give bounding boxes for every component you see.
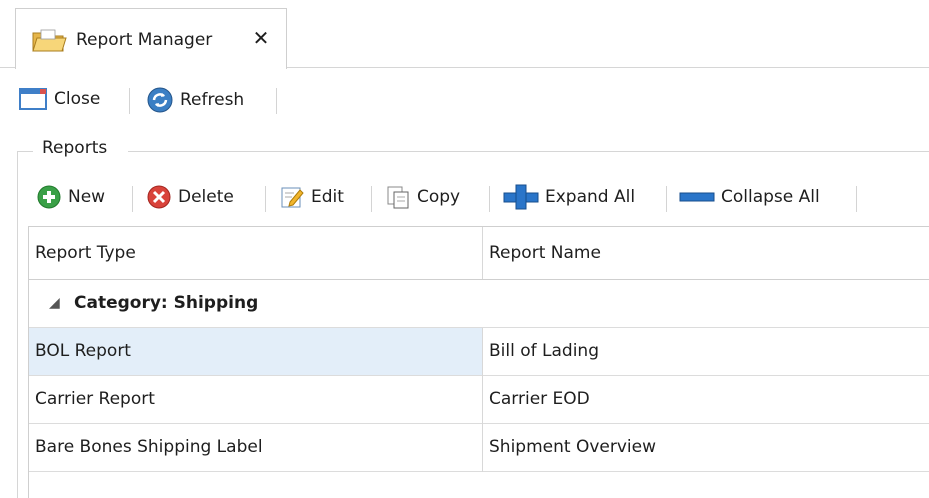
- collapse-all-button[interactable]: Collapse All: [679, 184, 820, 210]
- reports-group-label: Reports: [38, 138, 112, 158]
- table-row[interactable]: Bare Bones Shipping Label Shipment Overv…: [29, 424, 929, 472]
- refresh-button[interactable]: Refresh: [146, 86, 244, 114]
- cell-report-type: Bare Bones Shipping Label: [35, 437, 263, 457]
- cell-report-type: Carrier Report: [35, 389, 155, 409]
- new-button[interactable]: New: [36, 184, 105, 210]
- delete-button[interactable]: Delete: [146, 184, 234, 210]
- group-border: [17, 151, 33, 152]
- tab-report-manager[interactable]: Report Manager ✕: [15, 8, 287, 69]
- expand-all-button[interactable]: Expand All: [503, 184, 635, 210]
- separator: [371, 186, 372, 212]
- separator: [856, 186, 857, 212]
- cell-report-name: Carrier EOD: [489, 389, 590, 409]
- close-button[interactable]: Close: [18, 86, 100, 112]
- separator: [276, 88, 277, 114]
- separator: [265, 186, 266, 212]
- edit-label: Edit: [311, 187, 344, 207]
- reports-grid: Report Type Report Name ◢ Category: Ship…: [28, 226, 929, 498]
- column-divider: [482, 227, 483, 279]
- column-header-report-name[interactable]: Report Name: [483, 227, 929, 279]
- group-header-text: Category: Shipping: [74, 293, 259, 313]
- cell-report-name: Bill of Lading: [489, 341, 599, 361]
- edit-icon: [281, 187, 304, 208]
- tab-title: Report Manager: [76, 30, 213, 50]
- delete-label: Delete: [178, 187, 234, 207]
- cell-report-type: BOL Report: [29, 328, 482, 375]
- column-header-report-type[interactable]: Report Type: [29, 227, 482, 279]
- refresh-icon: [147, 87, 173, 113]
- copy-icon: [387, 186, 409, 209]
- plus-icon: [503, 184, 539, 210]
- close-label: Close: [54, 89, 101, 109]
- refresh-label: Refresh: [180, 90, 245, 110]
- separator: [129, 88, 130, 114]
- collapse-all-label: Collapse All: [721, 187, 820, 207]
- minus-icon: [679, 192, 715, 202]
- separator: [666, 186, 667, 212]
- main-toolbar: Close Refresh: [0, 80, 929, 120]
- edit-button[interactable]: Edit: [279, 184, 344, 210]
- window-icon: [19, 88, 47, 110]
- tab-strip: Report Manager ✕: [0, 0, 929, 69]
- delete-icon: [147, 185, 171, 209]
- separator: [489, 186, 490, 212]
- expand-all-label: Expand All: [545, 187, 636, 207]
- table-row[interactable]: BOL Report Bill of Lading: [29, 328, 929, 376]
- column-divider: [482, 328, 483, 472]
- copy-label: Copy: [417, 187, 461, 207]
- collapse-arrow-icon[interactable]: ◢: [49, 295, 60, 311]
- separator: [132, 186, 133, 212]
- new-label: New: [68, 187, 106, 207]
- grid-header: Report Type Report Name: [29, 227, 929, 280]
- close-icon[interactable]: ✕: [250, 27, 272, 49]
- copy-button[interactable]: Copy: [385, 184, 460, 210]
- cell-report-name: Shipment Overview: [489, 437, 656, 457]
- group-border: [128, 151, 929, 152]
- group-row[interactable]: ◢ Category: Shipping: [29, 280, 929, 328]
- group-border: [17, 151, 18, 498]
- folder-open-icon: [32, 29, 67, 52]
- add-icon: [37, 185, 61, 209]
- table-row[interactable]: Carrier Report Carrier EOD: [29, 376, 929, 424]
